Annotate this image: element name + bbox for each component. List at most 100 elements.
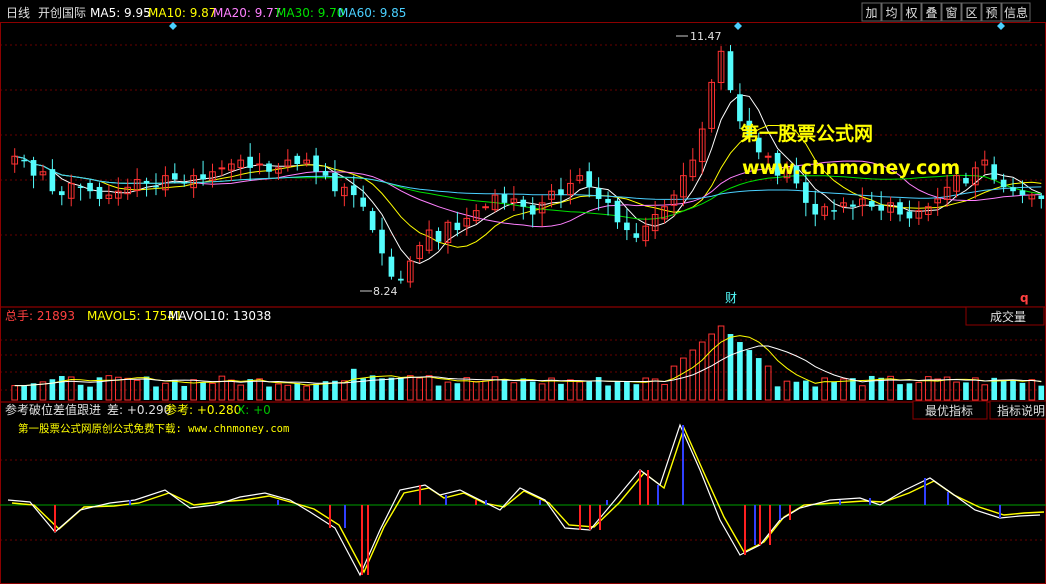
toolbar-button-2[interactable]: 均 [881, 2, 902, 22]
toolbar-button-7[interactable]: 预 [981, 2, 1002, 22]
stock-chart[interactable]: 日线 开创国际 MA5: 9.95 MA10: 9.87 MA20: 9.77 … [0, 0, 1046, 584]
volume-bar [266, 386, 272, 400]
ma10-label: MA10: 9.87 [148, 6, 216, 20]
volume-bar [444, 381, 452, 401]
volume-bar [247, 379, 253, 400]
candle-body [379, 229, 385, 254]
volume-button-label: 成交量 [990, 309, 1026, 324]
indicator-explain-label: 指标说明 [997, 403, 1045, 418]
volume-bar [294, 383, 301, 400]
period-label: 日线 [6, 6, 30, 20]
candle-body [1010, 187, 1016, 192]
volume-bar [783, 380, 791, 401]
volume-bar [793, 381, 800, 400]
candle-body [247, 156, 253, 168]
event-marker-icon[interactable] [169, 22, 177, 30]
candle-body [171, 173, 178, 180]
volume-bar [21, 385, 27, 400]
toolbar-button-1[interactable]: 加 [861, 2, 882, 22]
indicator-subtitle: 第一股票公式网原创公式免费下载: www.chnmoney.com [18, 422, 289, 435]
candle-body [96, 186, 103, 199]
volume-bar [416, 377, 424, 401]
volume-bar [58, 376, 65, 400]
indicator-name: 参考破位差值跟进 [5, 402, 101, 417]
candle-body [482, 206, 489, 209]
low-price-label: 8.24 [373, 285, 398, 298]
volume-bar [764, 365, 772, 401]
candle-body [605, 198, 611, 203]
candle-body [435, 230, 442, 242]
volume-bar [124, 377, 132, 401]
volume-bar [981, 384, 989, 401]
volume-bar [256, 378, 263, 401]
volume-bar [153, 386, 159, 400]
candle-body [878, 204, 885, 211]
volume-button[interactable]: 成交量 [965, 306, 1045, 326]
volume-bar [30, 383, 37, 400]
volume-bar [143, 376, 150, 400]
candle-body [388, 256, 395, 277]
candle-body [586, 171, 593, 188]
candle-body [897, 202, 903, 215]
volume-bar [850, 378, 856, 400]
best-indicator-label: 最优指标 [925, 403, 973, 418]
volume-bar [624, 382, 630, 400]
volume-bar [379, 378, 385, 400]
candle-body [58, 191, 65, 196]
volume-bar [435, 385, 442, 400]
candle-body [831, 210, 837, 212]
volume-bar [878, 377, 885, 400]
indicator-panel [0, 423, 1046, 577]
candle-body [614, 200, 621, 223]
volume-bar [661, 383, 668, 401]
stock-name: 开创国际 [38, 6, 86, 20]
volume-bar [529, 381, 536, 400]
volume-bar [727, 334, 734, 400]
toolbar-button-5[interactable]: 窗 [941, 2, 962, 22]
indicator-explain-button[interactable]: 指标说明 [989, 400, 1046, 420]
volume-bar [915, 381, 923, 401]
candle-body [595, 188, 602, 199]
volume-bar [963, 382, 969, 400]
best-indicator-button[interactable]: 最优指标 [912, 400, 988, 420]
volume-bar [576, 381, 584, 401]
volume-bar [398, 377, 404, 400]
event-marker-icon[interactable] [997, 22, 1005, 30]
candle-body [737, 94, 743, 122]
toolbar-button-6[interactable]: 区 [961, 2, 982, 22]
toolbar-button-label: 区 [965, 6, 977, 20]
candle-body [30, 160, 37, 176]
event-marker-icon[interactable] [734, 22, 742, 30]
candle-body [294, 155, 301, 164]
volume-bar [105, 375, 113, 401]
finance-marker[interactable]: 财 [725, 291, 737, 305]
volume-bar [77, 384, 84, 400]
volume-bar [586, 381, 593, 400]
high-price-label: 11.47 [690, 30, 722, 43]
candle-body [868, 201, 875, 207]
volume-bar [284, 384, 292, 401]
volume-bar [934, 378, 942, 401]
candle-body [200, 174, 206, 180]
volume-bar [341, 380, 348, 401]
volume-bar [953, 381, 960, 401]
q-marker: q [1020, 291, 1029, 305]
volume-bar [670, 365, 678, 401]
candle-body [322, 170, 329, 176]
volume-bar [717, 325, 725, 401]
volume-bar [425, 375, 433, 401]
candle-body [360, 197, 367, 207]
volume-bar [472, 381, 480, 401]
volume-bar [275, 383, 282, 401]
watermark-url: www.chnmoney.com [742, 157, 960, 179]
volume-bar [200, 382, 206, 400]
toolbar-button-8[interactable]: 信息 [1001, 2, 1031, 22]
volume-bar [454, 383, 461, 400]
volume-bar [87, 386, 93, 400]
toolbar-button-3[interactable]: 权 [901, 2, 922, 22]
toolbar-button-4[interactable]: 叠 [921, 2, 942, 22]
volume-bar [237, 384, 245, 401]
volume-total: 总手: 21893 [5, 309, 75, 323]
candle-body [963, 178, 969, 184]
volume-bar [859, 385, 866, 401]
